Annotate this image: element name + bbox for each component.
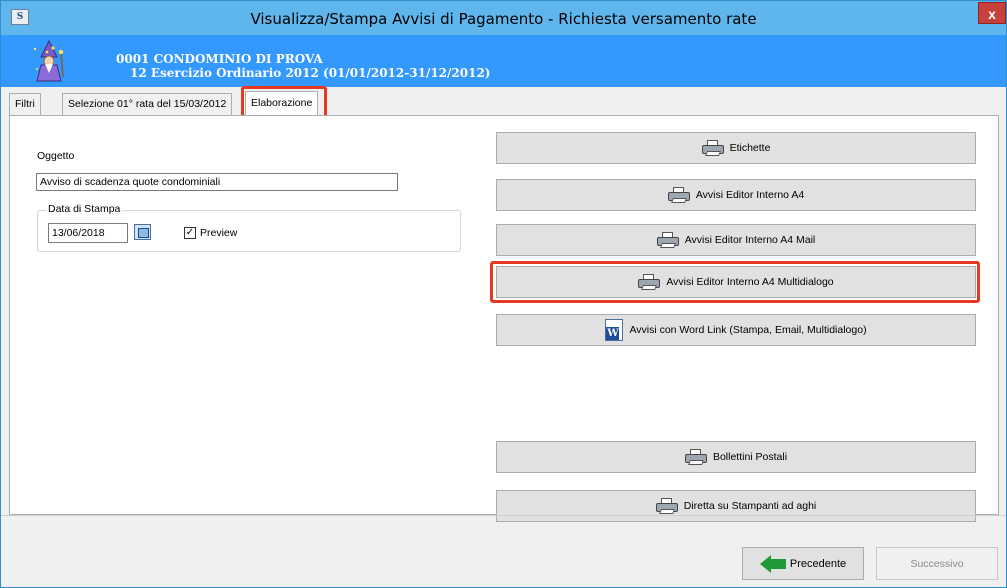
condominio-name: 0001 CONDOMINIO DI PROVA (116, 52, 323, 66)
dialog-window: S Visualizza/Stampa Avvisi di Pagamento … (0, 0, 1007, 588)
arrow-left-icon (759, 554, 786, 573)
window-title: Visualizza/Stampa Avvisi di Pagamento - … (250, 10, 757, 28)
precedente-label: Precedente (789, 557, 847, 570)
tab-selezione-rata[interactable]: Selezione 01° rata del 15/03/2012 (62, 93, 233, 115)
oggetto-label: Oggetto (37, 150, 75, 162)
multidialogo-highlight-box (490, 261, 980, 303)
printer-icon (656, 232, 679, 248)
condominio-header: 0001 CONDOMINIO DI PROVA 12 Esercizio Or… (1, 35, 1006, 87)
printer-icon (655, 498, 678, 514)
bollettini-postali-label: Bollettini Postali (712, 451, 788, 463)
preview-label[interactable]: Preview (200, 227, 237, 239)
wizard-icon (33, 39, 64, 82)
precedente-button[interactable]: Precedente (742, 547, 864, 580)
calendar-icon[interactable] (134, 224, 151, 240)
etichette-label: Etichette (729, 142, 771, 154)
avvisi-editor-a4-button[interactable]: Avvisi Editor Interno A4 (496, 179, 976, 211)
data-stampa-label: Data di Stampa (46, 203, 123, 215)
stampanti-aghi-label: Diretta su Stampanti ad aghi (683, 500, 817, 512)
tab-filtri[interactable]: Filtri (9, 93, 41, 115)
data-stampa-group: Data di Stampa 13/06/2018 ✓ Preview (37, 203, 461, 252)
printer-icon (667, 187, 690, 203)
title-bar[interactable]: S Visualizza/Stampa Avvisi di Pagamento … (1, 1, 1006, 35)
close-button[interactable]: x (978, 2, 1006, 24)
printer-icon (701, 140, 724, 156)
stampanti-aghi-button[interactable]: Diretta su Stampanti ad aghi (496, 490, 976, 522)
preview-checkbox[interactable]: ✓ (184, 227, 196, 239)
word-icon: W (605, 319, 624, 341)
avvisi-word-link-label: Avvisi con Word Link (Stampa, Email, Mul… (629, 324, 867, 336)
esercizio-label: 12 Esercizio Ordinario 2012 (01/01/2012-… (130, 66, 491, 80)
successivo-button[interactable]: Successivo (876, 547, 998, 580)
avvisi-editor-a4-mail-label: Avvisi Editor Interno A4 Mail (684, 234, 816, 246)
bollettini-postali-button[interactable]: Bollettini Postali (496, 441, 976, 473)
data-stampa-input[interactable]: 13/06/2018 (48, 223, 128, 243)
elaborazione-panel: Oggetto Avviso di scadenza quote condomi… (9, 115, 999, 522)
avvisi-editor-a4-mail-button[interactable]: Avvisi Editor Interno A4 Mail (496, 224, 976, 256)
avvisi-word-link-button[interactable]: W Avvisi con Word Link (Stampa, Email, M… (496, 314, 976, 346)
printer-icon (684, 449, 707, 465)
etichette-button[interactable]: Etichette (496, 132, 976, 164)
footer-divider (1, 515, 1006, 516)
oggetto-input[interactable]: Avviso di scadenza quote condominiali (36, 173, 398, 191)
avvisi-editor-a4-label: Avvisi Editor Interno A4 (695, 189, 805, 201)
